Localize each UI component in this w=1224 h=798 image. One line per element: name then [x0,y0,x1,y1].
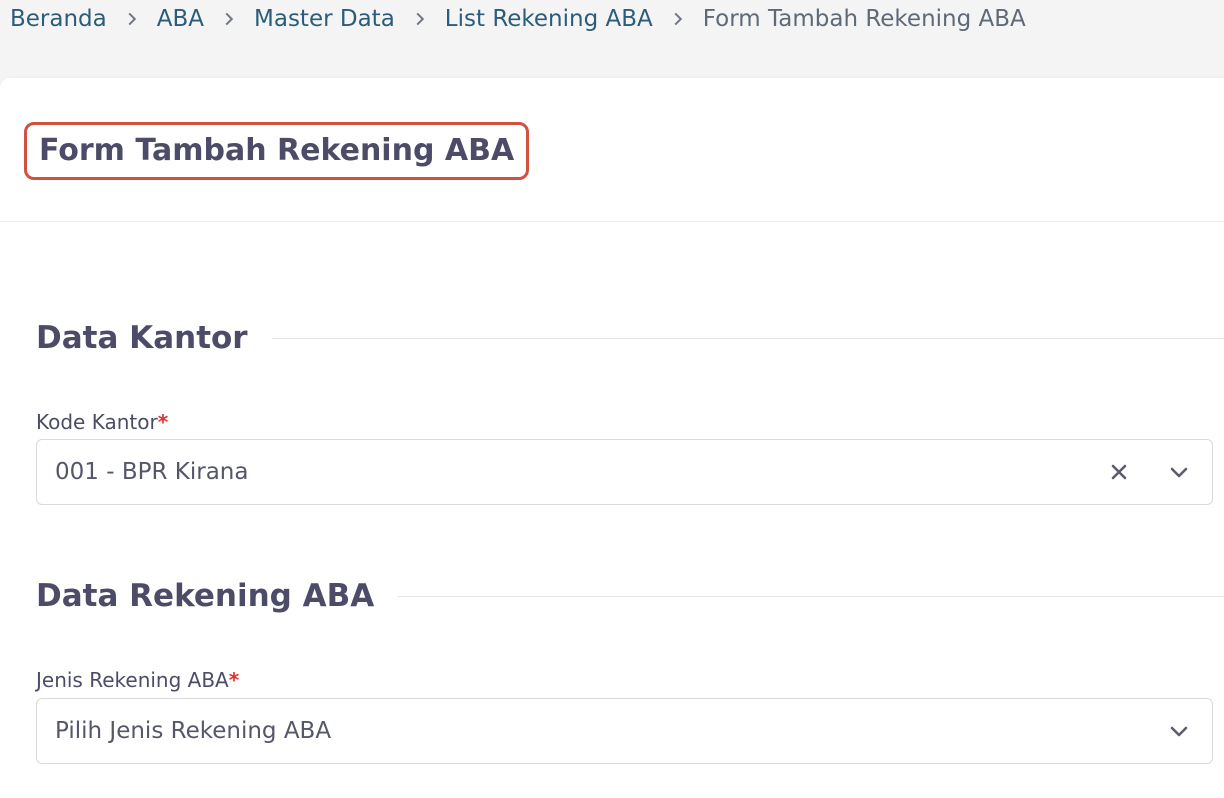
jenis-rekening-select[interactable]: Pilih Jenis Rekening ABA [36,698,1213,764]
required-asterisk: * [228,668,240,692]
breadcrumb-current: Form Tambah Rekening ABA [702,6,1026,32]
kode-kantor-label-text: Kode Kantor [36,410,158,434]
section-data-kantor: Data Kantor [36,320,1224,356]
chevron-down-icon[interactable] [1164,716,1194,746]
kode-kantor-select[interactable]: 001 - BPR Kirana [36,439,1213,505]
page-title: Form Tambah Rekening ABA [24,122,530,180]
close-icon[interactable] [1104,457,1134,487]
kode-kantor-label: Kode Kantor* [36,410,168,434]
chevron-down-icon[interactable] [1164,457,1194,487]
section-data-rekening-aba: Data Rekening ABA [36,578,1224,614]
breadcrumb-master-data[interactable]: Master Data [254,6,395,32]
card-header: Form Tambah Rekening ABA [0,78,1224,222]
section-divider [271,337,1224,339]
breadcrumb-beranda[interactable]: Beranda [10,6,107,32]
breadcrumb-list-rekening-aba[interactable]: List Rekening ABA [445,6,653,32]
chevron-right-icon [125,12,139,26]
required-asterisk: * [157,410,169,434]
breadcrumb-aba[interactable]: ABA [157,6,204,32]
chevron-right-icon [222,12,236,26]
chevron-right-icon [413,12,427,26]
chevron-right-icon [671,12,685,26]
section-title-data-rekening-aba: Data Rekening ABA [36,578,375,614]
section-divider [398,595,1224,597]
section-title-data-kantor: Data Kantor [36,320,248,356]
kode-kantor-value: 001 - BPR Kirana [55,459,249,485]
jenis-rekening-label-text: Jenis Rekening ABA [36,668,229,692]
form-card: Form Tambah Rekening ABA Data Kantor Kod… [0,78,1224,798]
jenis-rekening-label: Jenis Rekening ABA* [36,668,239,692]
jenis-rekening-placeholder: Pilih Jenis Rekening ABA [55,718,332,744]
breadcrumb: Beranda ABA Master Data List Rekening AB… [10,2,1026,36]
